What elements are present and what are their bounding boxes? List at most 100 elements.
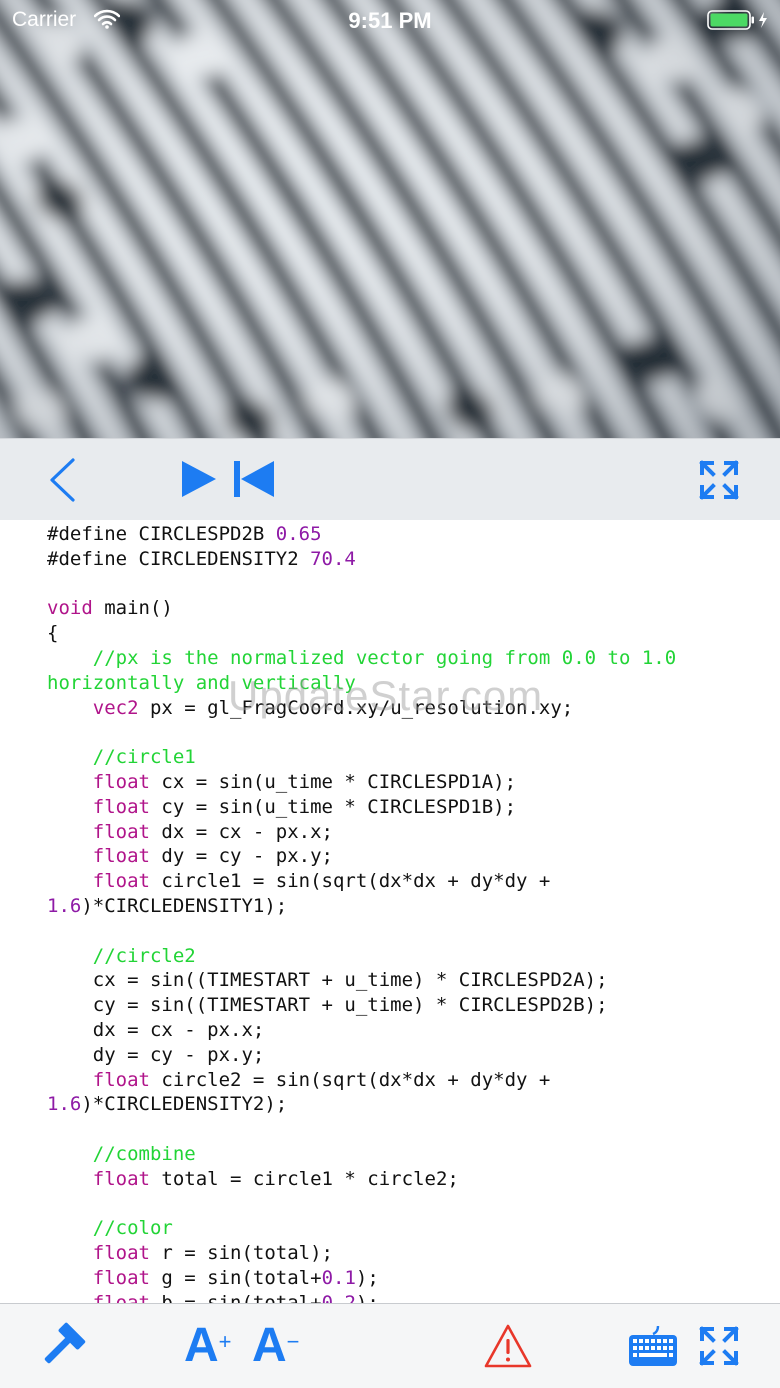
- code-line[interactable]: cx = sin((TIMESTART + u_time) * CIRCLESP…: [47, 968, 767, 993]
- code-token: 0.65: [275, 523, 322, 545]
- font-increase-suffix: +: [218, 1329, 232, 1354]
- play-icon[interactable]: [180, 459, 218, 504]
- code-token: #define CIRCLEDENSITY2: [47, 547, 311, 570]
- code-token: float: [92, 1167, 150, 1190]
- code-line[interactable]: float cy = sin(u_time * CIRCLESPD1B);: [47, 795, 767, 820]
- code-token: )*CIRCLEDENSITY2);: [81, 1093, 288, 1116]
- code-token: dy = cy - px.y;: [149, 845, 333, 868]
- code-token: void: [47, 597, 93, 620]
- battery-icon: [707, 10, 769, 36]
- font-decrease-suffix: −: [286, 1329, 300, 1354]
- code-token: );: [355, 1291, 379, 1303]
- code-token: );: [355, 1266, 379, 1289]
- font-increase-label: A: [184, 1319, 219, 1372]
- code-token: dx = cx - px.x;: [47, 1018, 265, 1041]
- code-line[interactable]: cy = sin((TIMESTART + u_time) * CIRCLESP…: [47, 993, 767, 1018]
- code-line[interactable]: ​: [47, 1192, 767, 1217]
- code-token: float: [92, 820, 150, 843]
- code-token: //circle1: [47, 746, 196, 769]
- shader-output-pattern: [0, 0, 780, 438]
- code-token: dy = cy - px.y;: [47, 1043, 265, 1066]
- code-line[interactable]: void main(): [47, 596, 767, 621]
- code-token: 70.4: [310, 547, 356, 570]
- keyboard-icon[interactable]: [628, 1324, 678, 1373]
- code-line[interactable]: //combine: [47, 1142, 767, 1167]
- code-token: vec2: [92, 696, 139, 719]
- code-token: //px is the normalized vector going from…: [47, 646, 677, 669]
- font-decrease-label: A: [252, 1319, 287, 1372]
- code-token: main(): [92, 597, 173, 620]
- fullscreen-icon[interactable]: [699, 1326, 739, 1371]
- restart-icon[interactable]: [232, 459, 276, 504]
- code-token: float: [92, 1068, 150, 1091]
- code-line[interactable]: ​: [47, 720, 767, 745]
- code-line[interactable]: float r = sin(total);: [47, 1241, 767, 1266]
- code-line[interactable]: float circle2 = sin(sqrt(dx*dx + dy*dy +: [47, 1068, 767, 1093]
- code-token: cx = sin(u_time * CIRCLESPD1A);: [149, 770, 517, 793]
- code-line[interactable]: #define CIRCLESPD2B 0.65: [47, 522, 767, 547]
- code-line[interactable]: float circle1 = sin(sqrt(dx*dx + dy*dy +: [47, 869, 767, 894]
- code-token: g = sin(total+: [149, 1266, 322, 1289]
- code-token: float: [92, 870, 150, 893]
- back-chevron-icon[interactable]: [46, 457, 78, 508]
- font-increase-button[interactable]: A+: [184, 1318, 232, 1374]
- code-line[interactable]: float total = circle1 * circle2;: [47, 1167, 767, 1192]
- code-line[interactable]: {: [47, 621, 767, 646]
- code-line[interactable]: dx = cx - px.x;: [47, 1018, 767, 1043]
- code-line[interactable]: float dy = cy - px.y;: [47, 844, 767, 869]
- code-token: 0.2: [321, 1291, 356, 1303]
- code-token: b = sin(total+: [149, 1291, 322, 1303]
- code-token: float: [92, 1291, 150, 1303]
- fullscreen-icon[interactable]: [699, 460, 739, 505]
- code-token: )*CIRCLEDENSITY1);: [81, 894, 288, 917]
- code-line[interactable]: dy = cy - px.y;: [47, 1043, 767, 1068]
- code-text[interactable]: #define CIRCLESPD2B 0.65 #define CIRCLEDE…: [47, 522, 767, 1303]
- code-line[interactable]: float cx = sin(u_time * CIRCLESPD1A);: [47, 770, 767, 795]
- code-token: float: [92, 795, 150, 818]
- code-line[interactable]: ​: [47, 1117, 767, 1142]
- code-line[interactable]: ​: [47, 572, 767, 597]
- code-token: #define CIRCLESPD2B: [47, 523, 276, 545]
- code-line[interactable]: #define CIRCLEDENSITY2 70.4: [47, 547, 767, 572]
- code-line[interactable]: //px is the normalized vector going from…: [47, 646, 767, 671]
- code-token: 0.1: [321, 1266, 356, 1289]
- code-line[interactable]: 1.6)*CIRCLEDENSITY1);: [47, 894, 767, 919]
- code-token: total = circle1 * circle2;: [149, 1167, 459, 1190]
- code-line[interactable]: //circle1: [47, 745, 767, 770]
- player-toolbar: [0, 438, 780, 521]
- code-token: float: [92, 845, 150, 868]
- code-line[interactable]: ​: [47, 919, 767, 944]
- font-decrease-button[interactable]: A−: [252, 1318, 300, 1374]
- warning-icon[interactable]: [483, 1323, 533, 1374]
- code-token: cy = sin(u_time * CIRCLESPD1B);: [149, 795, 517, 818]
- status-time: 9:51 PM: [348, 8, 432, 33]
- code-token: float: [92, 770, 150, 793]
- code-line[interactable]: float g = sin(total+0.1);: [47, 1266, 767, 1291]
- code-token: cx = sin((TIMESTART + u_time) * CIRCLESP…: [47, 969, 608, 992]
- code-token: {: [47, 622, 59, 645]
- status-bar: Carrier 9:51 PM: [0, 0, 780, 40]
- code-token: circle2 = sin(sqrt(dx*dx + dy*dy +: [149, 1068, 551, 1091]
- code-editor[interactable]: #define CIRCLESPD2B 0.65 #define CIRCLEDE…: [0, 520, 780, 1303]
- code-line[interactable]: //circle2: [47, 944, 767, 969]
- code-token: circle1 = sin(sqrt(dx*dx + dy*dy +: [149, 870, 551, 893]
- build-hammer-icon[interactable]: [38, 1322, 86, 1375]
- code-token: //color: [47, 1217, 173, 1240]
- code-token: 1.6: [47, 1093, 82, 1116]
- watermark: UpdateStar.com: [228, 672, 544, 719]
- code-line[interactable]: float b = sin(total+0.2);: [47, 1291, 767, 1303]
- code-token: //circle2: [47, 944, 196, 967]
- code-line[interactable]: //color: [47, 1216, 767, 1241]
- editor-bottom-bar: A+ A−: [0, 1303, 780, 1388]
- code-token: float: [92, 1242, 150, 1265]
- code-line[interactable]: 1.6)*CIRCLEDENSITY2);: [47, 1092, 767, 1117]
- code-line[interactable]: float dx = cx - px.x;: [47, 820, 767, 845]
